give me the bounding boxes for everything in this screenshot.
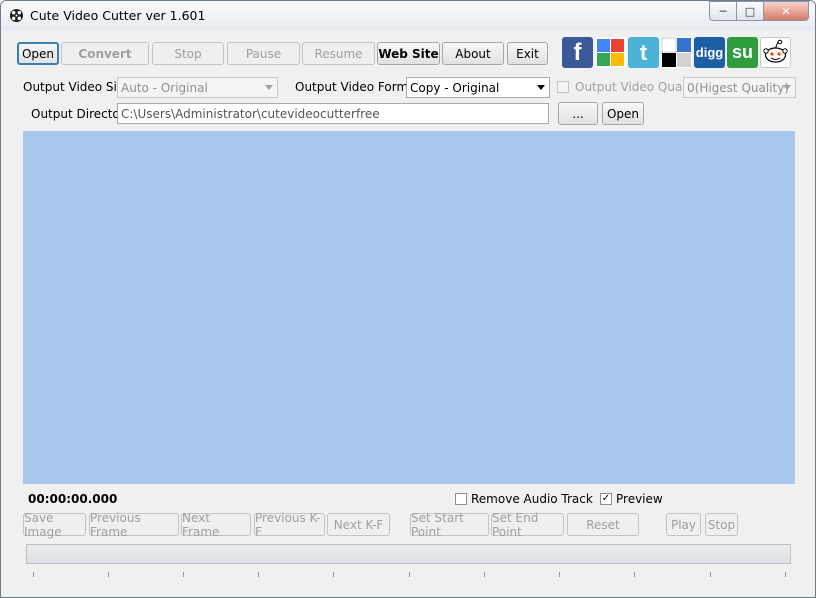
output-format-label: Output Video Format: bbox=[295, 80, 425, 94]
timeline-tick bbox=[183, 572, 184, 577]
output-quality-value: 0(Higest Quality) bbox=[687, 80, 790, 95]
facebook-icon[interactable]: f bbox=[562, 37, 593, 68]
timeline-tick bbox=[634, 572, 635, 577]
chevron-down-icon bbox=[783, 85, 791, 90]
next-keyframe-button[interactable]: Next K-F bbox=[327, 513, 390, 536]
remove-audio-label: Remove Audio Track bbox=[471, 492, 593, 506]
output-size-value: Auto - Original bbox=[121, 80, 208, 95]
resume-button[interactable]: Resume bbox=[302, 42, 375, 65]
checkmark-icon: ✓ bbox=[601, 493, 611, 504]
previous-frame-button[interactable]: Previous Frame bbox=[89, 511, 179, 539]
set-end-point-button[interactable]: Set End Point bbox=[491, 511, 564, 539]
app-window: Cute Video Cutter ver 1.601 ─ □ ✕ Open C… bbox=[0, 0, 816, 598]
output-quality-checkbox[interactable] bbox=[557, 81, 569, 93]
open-directory-button[interactable]: Open bbox=[602, 102, 644, 125]
chevron-down-icon bbox=[265, 85, 273, 90]
google-icon[interactable] bbox=[595, 37, 626, 68]
output-format-select[interactable]: Copy - Original bbox=[406, 77, 550, 98]
stop-playback-button[interactable]: Stop bbox=[705, 513, 738, 536]
timeline-tick bbox=[108, 572, 109, 577]
minimize-icon: ─ bbox=[719, 4, 727, 18]
close-button[interactable]: ✕ bbox=[763, 1, 809, 21]
stumbleupon-icon[interactable]: su bbox=[727, 37, 758, 68]
play-button[interactable]: Play bbox=[666, 513, 701, 536]
reset-button[interactable]: Reset bbox=[567, 513, 639, 536]
maximize-button[interactable]: □ bbox=[736, 1, 764, 21]
video-preview-area[interactable] bbox=[23, 131, 795, 484]
delicious-icon[interactable] bbox=[661, 37, 692, 68]
output-directory-input[interactable]: C:\Users\Administrator\cutevideocutterfr… bbox=[117, 103, 549, 124]
close-icon: ✕ bbox=[781, 4, 791, 18]
maximize-icon: □ bbox=[744, 4, 756, 18]
minimize-button[interactable]: ─ bbox=[709, 1, 737, 21]
timeline-tick bbox=[333, 572, 334, 577]
exit-button[interactable]: Exit bbox=[507, 42, 548, 65]
save-image-button[interactable]: Save Image bbox=[23, 511, 86, 539]
timecode-display: 00:00:00.000 bbox=[28, 492, 118, 506]
remove-audio-checkbox[interactable] bbox=[455, 493, 467, 505]
output-size-select[interactable]: Auto - Original bbox=[117, 77, 278, 98]
timeline-tick bbox=[710, 572, 711, 577]
window-controls: ─ □ ✕ bbox=[709, 1, 809, 21]
timeline-tick bbox=[785, 572, 786, 577]
preview-checkbox[interactable]: ✓ bbox=[600, 493, 612, 505]
timeline-tick bbox=[33, 572, 34, 577]
delicious-logo bbox=[661, 37, 691, 67]
next-frame-button[interactable]: Next Frame bbox=[181, 511, 251, 539]
timeline-tick bbox=[409, 572, 410, 577]
timeline-tick bbox=[258, 572, 259, 577]
reddit-icon[interactable] bbox=[760, 37, 791, 68]
google-logo bbox=[597, 39, 624, 66]
output-quality-select[interactable]: 0(Higest Quality) bbox=[683, 77, 796, 98]
website-button[interactable]: Web Site bbox=[377, 42, 440, 65]
reddit-alien bbox=[763, 39, 788, 63]
digg-icon[interactable]: digg bbox=[694, 37, 725, 68]
title-bar[interactable]: Cute Video Cutter ver 1.601 ─ □ ✕ bbox=[1, 1, 815, 31]
timeline-track[interactable] bbox=[26, 544, 791, 564]
convert-button[interactable]: Convert bbox=[61, 42, 149, 65]
chevron-down-icon bbox=[537, 85, 545, 90]
timeline-tick bbox=[559, 572, 560, 577]
open-button[interactable]: Open bbox=[17, 42, 59, 65]
twitter-icon[interactable]: t bbox=[628, 37, 659, 68]
output-format-value: Copy - Original bbox=[410, 80, 500, 95]
window-title: Cute Video Cutter ver 1.601 bbox=[30, 8, 206, 23]
output-quality-label: Output Video Quality bbox=[575, 80, 701, 94]
browse-button[interactable]: ... bbox=[558, 102, 598, 125]
about-button[interactable]: About bbox=[442, 42, 504, 65]
timeline-tick bbox=[484, 572, 485, 577]
stop-button[interactable]: Stop bbox=[152, 42, 224, 65]
film-reel-icon bbox=[9, 8, 24, 23]
set-start-point-button[interactable]: Set Start Point bbox=[410, 511, 489, 539]
pause-button[interactable]: Pause bbox=[227, 42, 300, 65]
preview-label: Preview bbox=[616, 492, 663, 506]
previous-keyframe-button[interactable]: Previous K-F bbox=[254, 511, 325, 539]
